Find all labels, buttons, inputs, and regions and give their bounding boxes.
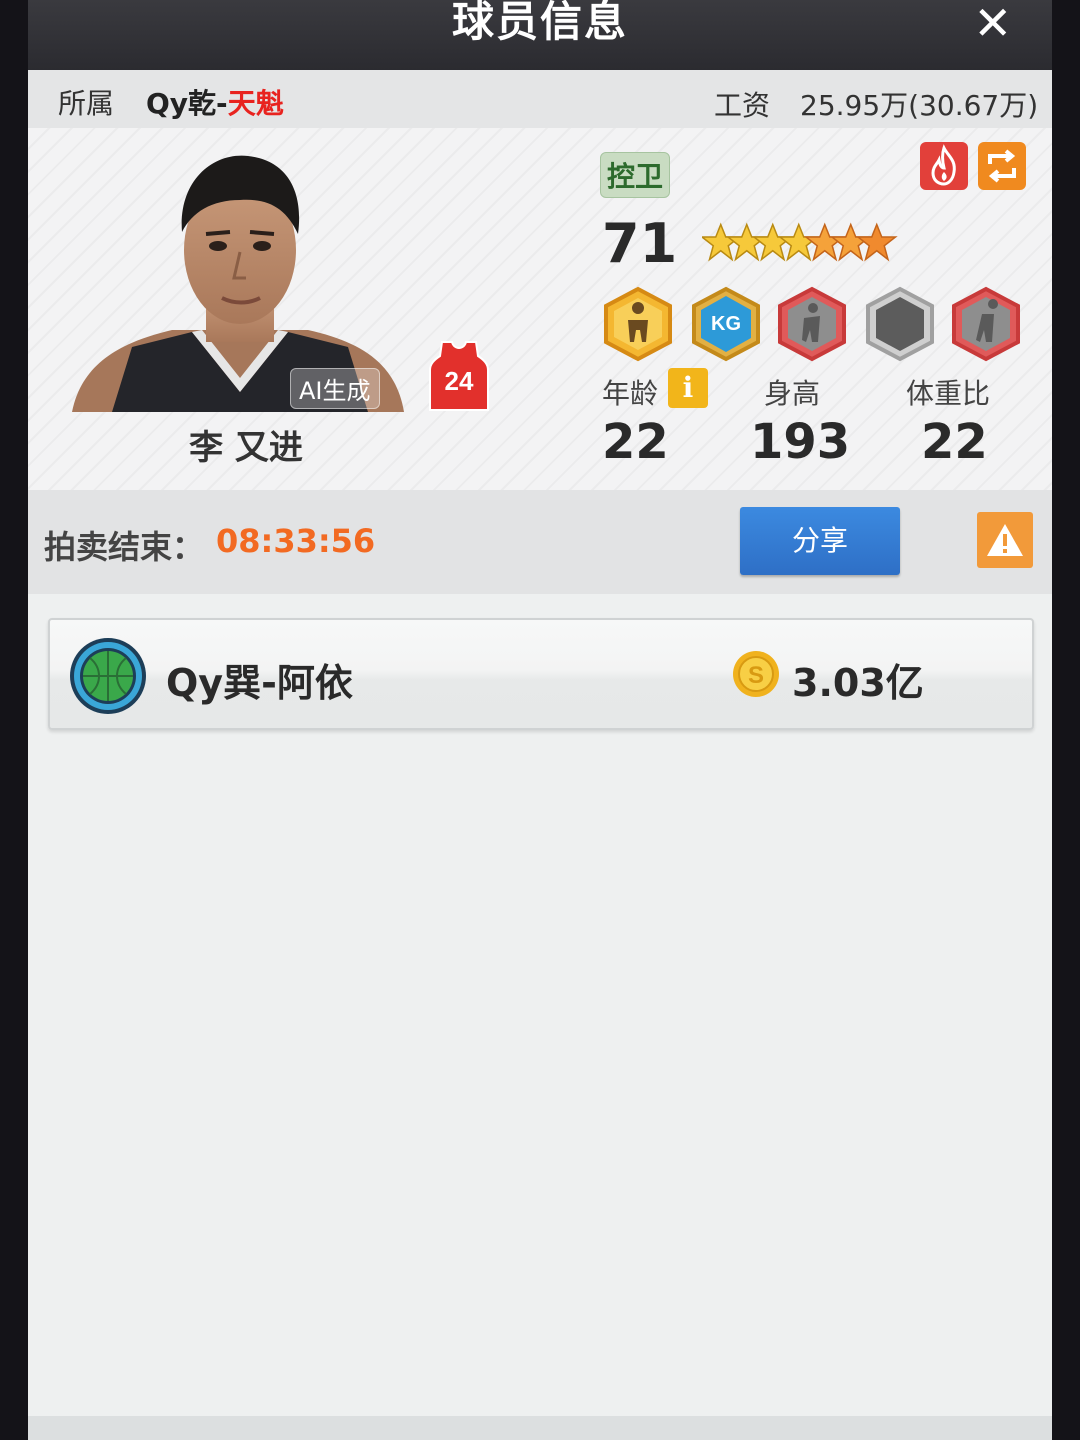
weight-ratio-label: 体重比 xyxy=(906,377,991,410)
player-info-dialog: 球员信息 ✕ 所属 Qy乾-天魁 工资 25.95万(30.67万) AI生成 … xyxy=(28,0,1052,1440)
age-value: 22 xyxy=(602,414,669,470)
backdrop-right xyxy=(1052,0,1080,1440)
player-card: AI生成 24 李 又进 控卫 71 KG 年龄 i 身高 体重比 22 193… xyxy=(28,128,1052,490)
kg-blue-badge-icon[interactable]: KG xyxy=(688,286,764,362)
warning-icon xyxy=(987,524,1023,556)
salary-label: 工资 xyxy=(714,89,771,122)
player-name: 李 又进 xyxy=(189,428,303,468)
jersey-icon: 24 xyxy=(429,341,489,411)
ai-generated-tag: AI生成 xyxy=(290,368,380,409)
empty-gray-badge-icon[interactable] xyxy=(862,286,938,362)
team-suffix: 天魁 xyxy=(227,87,284,120)
affiliation-label: 所属 xyxy=(58,87,115,120)
coin-icon: S xyxy=(733,651,779,697)
affiliation-team[interactable]: Qy乾-天魁 xyxy=(146,82,284,122)
close-button[interactable]: ✕ xyxy=(973,0,1012,50)
layup-red-badge-icon[interactable] xyxy=(948,286,1024,362)
share-button[interactable]: 分享 xyxy=(740,507,900,575)
report-button[interactable] xyxy=(977,512,1033,568)
fire-button[interactable] xyxy=(920,142,968,190)
weight-ratio-value: 22 xyxy=(921,414,988,470)
team-logo-icon xyxy=(70,638,146,714)
kg-letters: KG xyxy=(711,313,741,335)
silhouette-gold-badge-icon[interactable] xyxy=(600,286,676,362)
bidder-team: Qy巽-阿依 xyxy=(166,661,353,705)
jersey-number: 24 xyxy=(445,366,474,396)
bid-amount: 3.03亿 xyxy=(792,661,924,705)
auction-countdown: 08:33:56 xyxy=(216,522,376,560)
salary-value: 25.95万(30.67万) xyxy=(800,89,1039,122)
age-label: 年龄 xyxy=(602,377,659,410)
auction-end-label: 拍卖结束： xyxy=(44,528,205,566)
auction-bar: 拍卖结束： 08:33:56 分享 xyxy=(28,490,1052,594)
dialog-title: 球员信息 xyxy=(451,0,628,46)
swap-icon xyxy=(988,149,1016,183)
position-tag: 控卫 xyxy=(600,152,671,198)
shooter-red-badge-icon[interactable] xyxy=(774,286,850,362)
player-meta-row: 所属 Qy乾-天魁 工资 25.95万(30.67万) xyxy=(28,70,1052,128)
fire-icon xyxy=(931,144,956,186)
height-value: 193 xyxy=(750,414,851,470)
bid-list-item[interactable]: Qy巽-阿依 S 3.03亿 xyxy=(48,618,1034,730)
dialog-header: 球员信息 ✕ xyxy=(28,0,1052,70)
overall-rating: 71 xyxy=(602,212,678,275)
age-info-button[interactable]: i xyxy=(668,368,708,408)
swap-button[interactable] xyxy=(978,142,1026,190)
backdrop-left xyxy=(0,0,28,1440)
svg-text:S: S xyxy=(748,662,764,689)
dialog-footer xyxy=(28,1416,1052,1440)
height-label: 身高 xyxy=(764,377,821,410)
star-icon xyxy=(857,223,897,261)
team-prefix: Qy乾- xyxy=(146,87,228,120)
star-rating xyxy=(702,223,897,261)
